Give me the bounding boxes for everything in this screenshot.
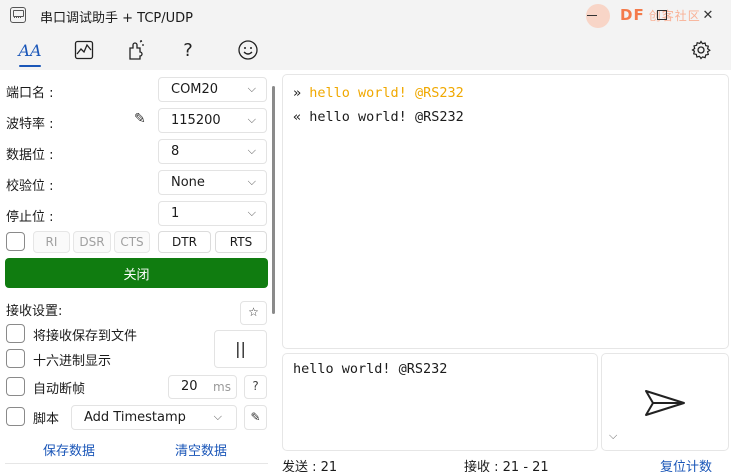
databits-label: 数据位 : <box>6 148 54 163</box>
send-button[interactable]: ⌵ <box>601 353 729 451</box>
port-select[interactable]: COM20 ⌵ <box>158 77 267 102</box>
clear-data-link[interactable]: 清空数据 <box>175 440 227 459</box>
save-to-file-label: 将接收保存到文件 <box>33 329 138 344</box>
script-select[interactable]: Add Timestamp ⌵ <box>71 405 237 430</box>
baud-value: 115200 <box>171 113 221 128</box>
signals-checkbox[interactable] <box>6 232 25 251</box>
receive-log[interactable]: » hello world! @RS232 « hello world! @RS… <box>282 74 729 349</box>
close-port-button[interactable]: 关闭 <box>5 258 268 288</box>
hex-display-checkbox[interactable] <box>6 349 25 368</box>
received-count: 接收 : 21 - 21 <box>464 460 549 472</box>
close-window-button[interactable]: ✕ <box>690 0 726 30</box>
chevron-down-icon[interactable]: ⌵ <box>609 429 617 443</box>
script-checkbox[interactable] <box>6 407 25 426</box>
toolbar: AA ? <box>0 30 731 70</box>
frame-timeout-input[interactable]: 20 ms <box>168 375 237 399</box>
save-data-link[interactable]: 保存数据 <box>43 440 95 459</box>
databits-select[interactable]: 8 ⌵ <box>158 139 267 164</box>
maximize-button[interactable] <box>644 0 680 30</box>
close-icon: ✕ <box>702 7 714 23</box>
chart-icon[interactable] <box>70 37 98 63</box>
plugin-icon[interactable] <box>122 37 150 63</box>
hex-display-label: 十六进制显示 <box>33 354 112 369</box>
minimize-button[interactable] <box>574 0 610 30</box>
star-icon[interactable]: ☆ <box>240 301 267 325</box>
minimize-icon <box>587 14 597 16</box>
chevron-down-icon: ⌵ <box>247 206 256 219</box>
sent-arrow-icon: » <box>293 85 302 101</box>
frame-help-button[interactable]: ? <box>244 375 267 399</box>
baud-select[interactable]: 115200 ⌵ <box>158 108 267 133</box>
title-bar: 串口调试助手 + TCP/UDP DF 创客社区 ✕ <box>0 0 731 30</box>
log-line: « hello world! @RS232 <box>293 109 464 125</box>
parity-label: 校验位 : <box>6 179 54 194</box>
edit-pen-icon[interactable]: ✎ <box>134 111 146 127</box>
chevron-down-icon: ⌵ <box>247 82 256 95</box>
stopbits-label: 停止位 : <box>6 210 54 225</box>
log-line: » hello world! @RS232 <box>293 85 464 101</box>
script-label: 脚本 <box>33 412 60 427</box>
baud-label: 波特率 : <box>6 117 54 132</box>
frame-timeout-unit: ms <box>213 380 231 394</box>
script-value: Add Timestamp <box>84 410 186 425</box>
chevron-down-icon: ⌵ <box>247 144 256 157</box>
received-arrow-icon: « <box>293 109 302 125</box>
window-title: 串口调试助手 + TCP/UDP <box>40 11 193 26</box>
parity-select[interactable]: None ⌵ <box>158 170 267 195</box>
chevron-down-icon: ⌵ <box>247 113 256 126</box>
left-scrollbar[interactable] <box>272 86 275 314</box>
reset-count-link[interactable]: 复位计数 <box>660 456 712 472</box>
send-icon <box>645 390 685 416</box>
port-value: COM20 <box>171 82 219 97</box>
edit-script-icon[interactable]: ✎ <box>244 405 267 430</box>
settings-icon[interactable] <box>687 37 715 63</box>
font-icon[interactable]: AA <box>16 37 44 67</box>
dsr-signal: DSR <box>73 231 111 253</box>
sent-count: 发送 : 21 <box>282 460 338 472</box>
stopbits-value: 1 <box>171 206 180 221</box>
chevron-down-icon: ⌵ <box>247 175 256 188</box>
help-icon[interactable]: ? <box>174 37 202 63</box>
port-label: 端口名 : <box>6 86 54 101</box>
log-line-text: hello world! @RS232 <box>309 85 464 101</box>
dtr-button[interactable]: DTR <box>158 231 211 253</box>
log-line-text: hello world! @RS232 <box>309 109 464 125</box>
parity-value: None <box>171 175 205 190</box>
send-input[interactable]: hello world! @RS232 <box>282 353 598 451</box>
divider <box>5 463 268 464</box>
stopbits-select[interactable]: 1 ⌵ <box>158 201 267 226</box>
cts-signal: CTS <box>114 231 150 253</box>
receive-settings-title: 接收设置: <box>6 304 63 319</box>
frame-timeout-value: 20 <box>181 379 198 394</box>
chevron-down-icon: ⌵ <box>213 410 222 423</box>
pause-button[interactable]: || <box>214 330 267 368</box>
emoji-icon[interactable] <box>234 37 262 63</box>
send-input-text: hello world! @RS232 <box>293 361 448 377</box>
auto-frame-label: 自动断帧 <box>33 382 86 397</box>
rts-button[interactable]: RTS <box>215 231 267 253</box>
ri-signal: RI <box>33 231 70 253</box>
databits-value: 8 <box>171 144 180 159</box>
auto-frame-checkbox[interactable] <box>6 377 25 396</box>
maximize-icon <box>657 10 667 20</box>
serial-port-icon <box>10 7 26 23</box>
save-to-file-checkbox[interactable] <box>6 324 25 343</box>
